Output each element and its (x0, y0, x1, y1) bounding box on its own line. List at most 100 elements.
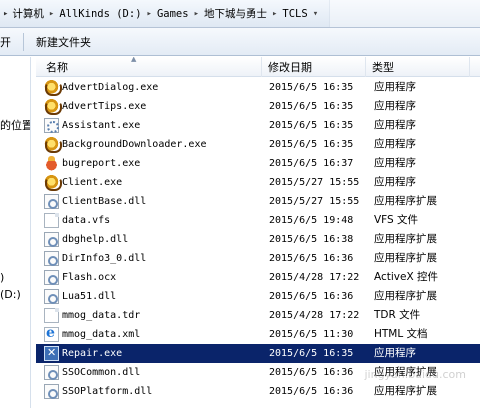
nav-drive-d[interactable]: (D:) (0, 288, 21, 301)
file-row[interactable]: SSOPlatform.dll 2015/6/5 16:36 应用程序扩展 (36, 382, 480, 401)
file-type: 应用程序 (374, 138, 416, 150)
file-row[interactable]: mmog_data.xml 2015/6/5 11:30 HTML 文档 (36, 325, 480, 344)
file-date-modified: 2015/6/5 16:35 (269, 120, 354, 131)
file-type: 应用程序扩展 (374, 290, 437, 302)
file-name[interactable]: AdvertDialog.exe (62, 78, 158, 97)
bug-icon (44, 156, 59, 171)
breadcrumb-tcls[interactable]: TCLS (282, 6, 307, 22)
file-type: 应用程序 (374, 119, 416, 131)
watermark: jingyan.baidu.com (364, 368, 466, 381)
breadcrumb-dnf[interactable]: 地下城与勇士 (204, 4, 267, 23)
nav-item-partial[interactable]: ) (0, 271, 4, 284)
file-row[interactable]: dbghelp.dll 2015/6/5 16:38 应用程序扩展 (36, 230, 480, 249)
file-name[interactable]: BackgroundDownloader.exe (62, 135, 207, 154)
file-list: ▲ 名称 修改日期 类型 AdvertDialog.exe 2015/6/5 16… (36, 57, 480, 408)
file-type: ActiveX 控件 (374, 271, 439, 283)
file-date-modified: 2015/6/5 19:48 (269, 215, 354, 226)
file-type: VFS 文件 (374, 214, 419, 226)
file-type: 应用程序扩展 (374, 195, 437, 207)
file-name[interactable]: DirInfo3_0.dll (62, 249, 146, 268)
file-type: TDR 文件 (374, 309, 421, 321)
chevron-right-icon[interactable]: ▸ (147, 9, 152, 19)
file-row[interactable]: Assistant.exe 2015/6/5 16:35 应用程序 (36, 116, 480, 135)
file-date-modified: 2015/5/27 15:55 (269, 196, 360, 207)
file-name[interactable]: ClientBase.dll (62, 192, 146, 211)
file-row[interactable]: bugreport.exe 2015/6/5 16:37 应用程序 (36, 154, 480, 173)
column-size[interactable] (470, 57, 480, 77)
breadcrumb-drive[interactable]: AllKinds (D:) (59, 6, 141, 22)
file-name[interactable]: mmog_data.tdr (62, 306, 140, 325)
file-row[interactable]: ClientBase.dll 2015/5/27 15:55 应用程序扩展 (36, 192, 480, 211)
new-folder-button[interactable]: 新建文件夹 (28, 28, 99, 55)
file-name[interactable]: mmog_data.xml (62, 325, 140, 344)
file-row[interactable]: mmog_data.tdr 2015/4/28 17:22 TDR 文件 (36, 306, 480, 325)
file-date-modified: 2015/5/27 15:55 (269, 177, 360, 188)
dll-icon (44, 270, 59, 285)
app-icon (44, 99, 62, 115)
file-date-modified: 2015/4/28 17:22 (269, 272, 360, 283)
file-date-modified: 2015/4/28 17:22 (269, 310, 360, 321)
file-date-modified: 2015/6/5 16:38 (269, 234, 354, 245)
file-date-modified: 2015/6/5 16:35 (269, 139, 354, 150)
file-row[interactable]: Client.exe 2015/5/27 15:55 应用程序 (36, 173, 480, 192)
dll-icon (44, 251, 59, 266)
file-name[interactable]: bugreport.exe (62, 154, 140, 173)
file-name[interactable]: SSOCommon.dll (62, 363, 140, 382)
file-icon (44, 308, 59, 323)
file-row[interactable]: Flash.ocx 2015/4/28 17:22 ActiveX 控件 (36, 268, 480, 287)
file-name[interactable]: dbghelp.dll (62, 230, 128, 249)
file-name[interactable]: Client.exe (62, 173, 122, 192)
address-field[interactable] (329, 0, 480, 27)
file-name[interactable]: AdvertTips.exe (62, 97, 146, 116)
column-type[interactable]: 类型 (366, 57, 470, 77)
file-row[interactable]: Repair.exe 2015/6/5 16:35 应用程序 (36, 344, 480, 363)
column-name[interactable]: 名称 (36, 57, 262, 77)
file-type: 应用程序 (374, 347, 416, 359)
file-date-modified: 2015/6/5 16:35 (269, 101, 354, 112)
file-name[interactable]: Flash.ocx (62, 268, 116, 287)
nav-recent-places[interactable]: 的位置 (0, 117, 30, 133)
file-row[interactable]: Lua51.dll 2015/6/5 16:36 应用程序扩展 (36, 287, 480, 306)
file-name[interactable]: Repair.exe (62, 344, 122, 363)
file-type: 应用程序 (374, 157, 416, 169)
file-name[interactable]: Assistant.exe (62, 116, 140, 135)
file-row[interactable]: BackgroundDownloader.exe 2015/6/5 16:35 应用… (36, 135, 480, 154)
address-bar[interactable]: ▸ 计算机 ▸ AllKinds (D:) ▸ Games ▸ 地下城与勇士 ▸… (0, 0, 480, 28)
file-type: 应用程序扩展 (374, 252, 437, 264)
app-icon (44, 137, 62, 153)
web-icon (44, 325, 59, 342)
dll-icon (44, 289, 59, 304)
chevron-right-icon[interactable]: ▸ (272, 9, 277, 19)
file-row[interactable]: AdvertDialog.exe 2015/6/5 16:35 应用程序 (36, 78, 480, 97)
file-row[interactable]: DirInfo3_0.dll 2015/6/5 16:36 应用程序扩展 (36, 249, 480, 268)
file-name[interactable]: Lua51.dll (62, 287, 116, 306)
breadcrumb-computer[interactable]: 计算机 (12, 4, 44, 23)
file-type: 应用程序 (374, 81, 416, 93)
toolbar-divider (23, 32, 24, 51)
file-type: 应用程序扩展 (374, 233, 437, 245)
chevron-right-icon[interactable]: ▸ (3, 9, 8, 19)
file-type: 应用程序 (374, 176, 416, 188)
dll-icon (44, 232, 59, 247)
toolbar: 开 新建文件夹 (0, 28, 480, 56)
dll-icon (44, 194, 59, 209)
chevron-down-icon[interactable]: ▾ (313, 9, 318, 19)
open-button[interactable]: 开 (0, 28, 19, 55)
file-name[interactable]: data.vfs (62, 211, 110, 230)
dll-icon (44, 365, 59, 380)
file-date-modified: 2015/6/5 11:30 (269, 329, 354, 340)
file-date-modified: 2015/6/5 16:35 (269, 82, 354, 93)
chevron-right-icon[interactable]: ▸ (49, 9, 54, 19)
file-date-modified: 2015/6/5 16:35 (269, 348, 354, 359)
file-icon (44, 213, 59, 228)
file-type: HTML 文档 (374, 328, 428, 340)
file-date-modified: 2015/6/5 16:36 (269, 253, 354, 264)
file-name[interactable]: SSOPlatform.dll (62, 382, 152, 401)
file-row[interactable]: data.vfs 2015/6/5 19:48 VFS 文件 (36, 211, 480, 230)
chevron-right-icon[interactable]: ▸ (194, 9, 199, 19)
breadcrumb-games[interactable]: Games (157, 6, 189, 22)
column-date-modified[interactable]: 修改日期 (262, 57, 366, 77)
file-date-modified: 2015/6/5 16:37 (269, 158, 354, 169)
file-row[interactable]: AdvertTips.exe 2015/6/5 16:35 应用程序 (36, 97, 480, 116)
gear-file-icon (44, 118, 59, 133)
